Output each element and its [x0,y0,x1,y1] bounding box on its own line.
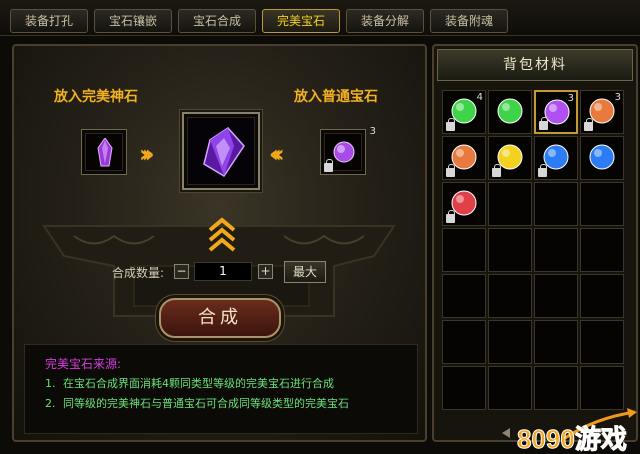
tab-equipment-decompose[interactable]: 装备分解 [346,9,424,33]
bag-panel: 背包材料 4 3 3 [432,44,638,442]
bag-cell[interactable] [488,320,532,364]
bag-cell[interactable] [442,320,486,364]
green-gem-icon [497,98,523,124]
page-left-arrow-icon[interactable] [502,428,510,438]
tab-gem-inlay[interactable]: 宝石镶嵌 [94,9,172,33]
quantity-plus-button[interactable]: + [258,264,273,279]
chevrons-up-icon [208,217,236,252]
bag-title: 背包材料 [437,49,633,81]
bag-cell[interactable] [488,182,532,226]
item-count: 3 [614,92,621,103]
source-line: 2. 同等级的完美神石与普通宝石可合成同等级类型的完美宝石 [45,395,349,411]
lock-icon [446,164,455,177]
tab-equipment-socket[interactable]: 装备打孔 [10,9,88,33]
bag-cell[interactable]: 4 [442,90,486,134]
perfect-stone-label: 放入完美神石 [54,89,138,105]
bag-cell[interactable] [488,136,532,180]
tab-equipment-soul[interactable]: 装备附魂 [430,9,508,33]
tab-gem-combine[interactable]: 宝石合成 [178,9,256,33]
quantity-minus-button[interactable]: − [174,264,189,279]
bag-cell[interactable] [580,182,624,226]
bag-cell[interactable] [580,320,624,364]
source-info: 完美宝石来源: 1. 在宝石合成界面消耗4颗同类型等级的完美宝石进行合成 2. 同等… [24,344,418,434]
bag-cell[interactable] [580,366,624,410]
bag-cell[interactable] [488,366,532,410]
lock-icon [324,159,333,172]
lock-icon [446,118,455,131]
combine-button[interactable]: 合成 [159,298,281,338]
bag-cell[interactable] [580,228,624,272]
purple-crystal-icon [97,138,113,167]
item-count: 4 [476,92,483,103]
source-line-number: 1. [45,377,56,390]
source-line-number: 2. [45,397,56,410]
bag-cell[interactable] [488,274,532,318]
blue-gem-icon [589,144,615,170]
watermark-text: 8090游戏 [517,424,627,454]
lock-icon [446,210,455,223]
combine-panel: 放入完美神石 放入普通宝石 ››› ‹‹‹ 3 合成数量: − 1 + 最大 合… [12,44,427,442]
bag-cell[interactable]: 3 [580,90,624,134]
source-line-text: 同等级的完美神石与普通宝石可合成同等级类型的完美宝石 [63,397,349,410]
bag-cell[interactable] [534,366,578,410]
lock-icon [584,118,593,131]
lock-icon [538,164,547,177]
purple-gem-icon [333,141,355,163]
arrows-left-icon: ‹‹‹ [269,140,284,168]
bag-cell[interactable] [488,228,532,272]
normal-gem-label: 放入普通宝石 [294,89,378,105]
bag-cell[interactable] [442,366,486,410]
lock-icon [539,117,548,130]
bag-cell[interactable] [442,228,486,272]
perfect-stone-slot[interactable] [81,129,127,175]
perfect-purple-gem-icon [203,127,245,178]
bag-cell[interactable] [534,136,578,180]
bag-cell[interactable] [534,320,578,364]
bag-cell[interactable]: 3 [534,90,578,134]
tab-bar: 装备打孔 宝石镶嵌 宝石合成 完美宝石 装备分解 装备附魂 [0,0,640,36]
bag-cell[interactable] [442,136,486,180]
bag-cell[interactable] [442,274,486,318]
lock-icon [492,164,501,177]
source-line-text: 在宝石合成界面消耗4颗同类型等级的完美宝石进行合成 [63,377,334,390]
normal-gem-slot[interactable]: 3 [320,126,376,175]
bag-cell[interactable] [488,90,532,134]
bag-cell[interactable] [534,182,578,226]
bag-cell[interactable] [442,182,486,226]
tab-perfect-gem[interactable]: 完美宝石 [262,9,340,33]
bag-cell[interactable] [580,274,624,318]
bag-cell[interactable] [580,136,624,180]
source-line: 1. 在宝石合成界面消耗4颗同类型等级的完美宝石进行合成 [45,375,334,391]
watermark-logo: 8090游戏 [517,408,637,454]
item-count: 3 [567,93,574,104]
source-title: 完美宝石来源: [45,357,122,371]
quantity-input[interactable]: 1 [194,262,252,281]
max-button[interactable]: 最大 [284,261,326,283]
arrows-right-icon: ››› [139,140,154,168]
quantity-label: 合成数量: [112,266,165,280]
bag-cell[interactable] [534,274,578,318]
result-slot[interactable] [182,112,260,190]
normal-gem-count: 3 [369,126,376,137]
bag-cell[interactable] [534,228,578,272]
